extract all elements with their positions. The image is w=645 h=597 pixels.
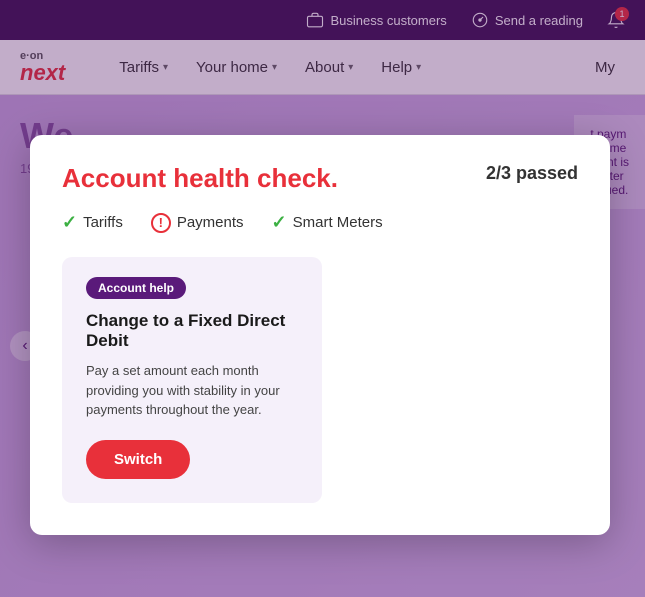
check-tariffs: ✓ Tariffs [62, 212, 123, 233]
check-tariffs-label: Tariffs [83, 214, 123, 231]
account-health-modal: Account health check. 2/3 passed ✓ Tarif… [30, 135, 610, 535]
check-tariffs-pass-icon: ✓ [62, 212, 77, 233]
check-smart-meters-label: Smart Meters [293, 214, 383, 231]
modal-header: Account health check. 2/3 passed [62, 163, 578, 194]
check-payments-warn-icon: ! [151, 213, 171, 233]
check-smart-meters: ✓ Smart Meters [272, 212, 383, 233]
card-tag: Account help [86, 277, 186, 299]
modal-checks: ✓ Tariffs ! Payments ✓ Smart Meters [62, 212, 578, 233]
card-title: Change to a Fixed Direct Debit [86, 311, 298, 351]
check-payments: ! Payments [151, 213, 244, 233]
modal-score: 2/3 passed [486, 163, 578, 184]
switch-button[interactable]: Switch [86, 440, 190, 479]
modal-card: Account help Change to a Fixed Direct De… [62, 257, 322, 503]
modal-title: Account health check. [62, 163, 338, 194]
card-description: Pay a set amount each month providing yo… [86, 361, 298, 420]
check-payments-label: Payments [177, 214, 244, 231]
check-smart-meters-pass-icon: ✓ [272, 212, 287, 233]
